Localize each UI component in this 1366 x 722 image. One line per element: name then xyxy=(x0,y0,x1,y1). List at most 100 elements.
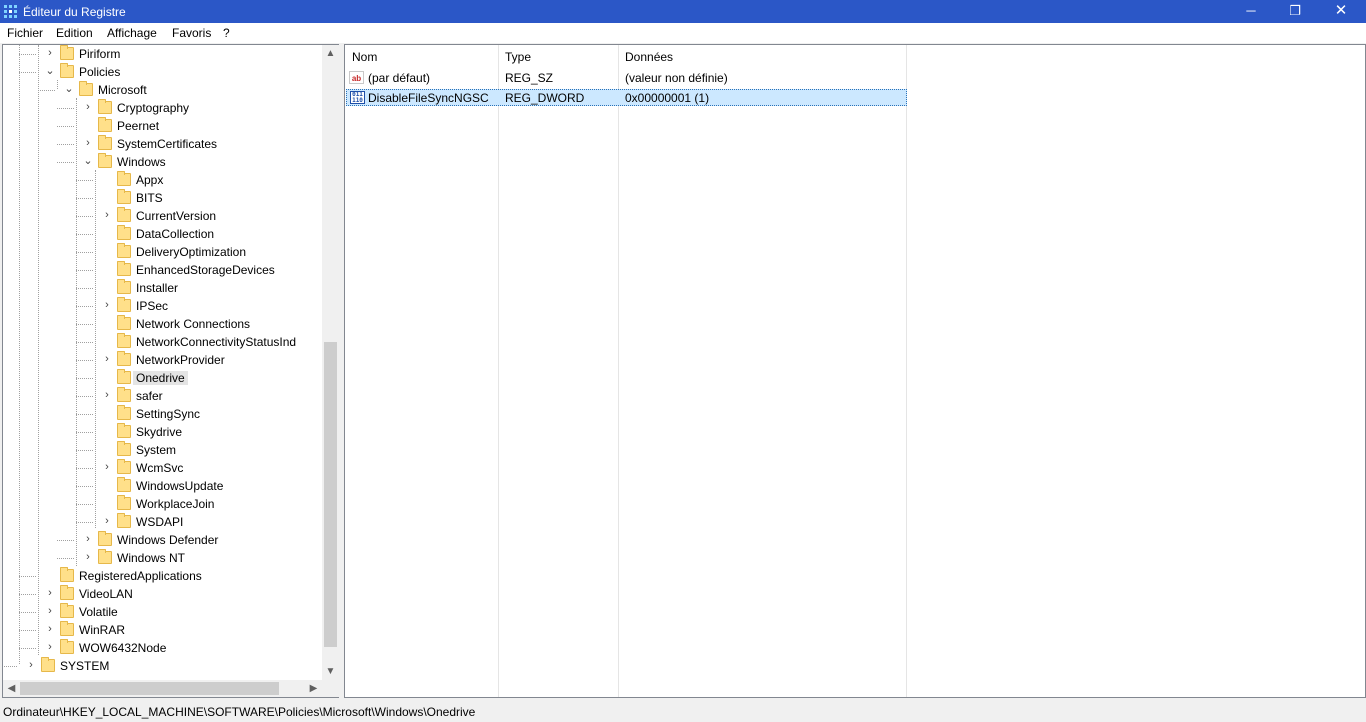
tree-node-windows-nt[interactable]: › Windows NT xyxy=(3,549,322,567)
folder-icon xyxy=(117,315,131,330)
tree-node-settingsync[interactable]: SettingSync xyxy=(3,405,322,423)
tree-connector-line xyxy=(38,90,55,91)
column-separator[interactable] xyxy=(906,45,907,697)
tree-node-skydrive[interactable]: Skydrive xyxy=(3,423,322,441)
tree-node-policies[interactable]: ⌄ Policies xyxy=(3,63,322,81)
column-header-name[interactable]: Nom xyxy=(352,50,377,64)
tree-node-cryptography[interactable]: › Cryptography xyxy=(3,99,322,117)
tree-node-label: WorkplaceJoin xyxy=(136,497,215,511)
expand-chevron-icon[interactable]: › xyxy=(102,353,112,366)
scroll-right-icon[interactable]: ▶ xyxy=(305,680,322,697)
tree-node-system[interactable]: System xyxy=(3,441,322,459)
tree-horizontal-scroll-thumb[interactable] xyxy=(20,682,279,695)
tree-node-label: Windows NT xyxy=(117,551,186,565)
tree-connector-line xyxy=(57,558,74,559)
expand-chevron-icon[interactable]: › xyxy=(83,551,93,564)
expand-chevron-icon[interactable]: › xyxy=(83,101,93,114)
tree-node-videolan[interactable]: › VideoLAN xyxy=(3,585,322,603)
tree-node-enhancedstoragedevices[interactable]: EnhancedStorageDevices xyxy=(3,261,322,279)
tree-node-windows[interactable]: ⌄ Windows xyxy=(3,153,322,171)
tree-vertical-scrollbar[interactable]: ▲ ▼ xyxy=(322,45,339,680)
tree-vertical-scroll-thumb[interactable] xyxy=(324,342,337,647)
expand-chevron-icon[interactable]: › xyxy=(45,587,55,600)
collapse-chevron-icon[interactable]: ⌄ xyxy=(64,83,74,96)
tree-node-bits[interactable]: BITS xyxy=(3,189,322,207)
menu-affichage[interactable]: Affichage xyxy=(107,26,157,40)
expand-chevron-icon[interactable]: › xyxy=(102,389,112,402)
tree-node-currentversion[interactable]: › CurrentVersion xyxy=(3,207,322,225)
expand-chevron-icon[interactable]: › xyxy=(102,515,112,528)
value-type: REG_SZ xyxy=(505,71,554,85)
tree-node-deliveryoptimization[interactable]: DeliveryOptimization xyxy=(3,243,322,261)
tree-node-peernet[interactable]: Peernet xyxy=(3,117,322,135)
folder-icon xyxy=(117,369,131,384)
tree-node-networkconnectivitystatusind[interactable]: NetworkConnectivityStatusInd xyxy=(3,333,322,351)
value-data: 0x00000001 (1) xyxy=(625,91,710,105)
expand-chevron-icon[interactable]: › xyxy=(45,605,55,618)
tree-node-wsdapi[interactable]: › WSDAPI xyxy=(3,513,322,531)
tree-node-workplacejoin[interactable]: WorkplaceJoin xyxy=(3,495,322,513)
collapse-chevron-icon[interactable]: ⌄ xyxy=(83,155,93,168)
tree-node-label: Windows xyxy=(117,155,166,169)
tree-node-windows-defender[interactable]: › Windows Defender xyxy=(3,531,322,549)
tree-node-windowsupdate[interactable]: WindowsUpdate xyxy=(3,477,322,495)
folder-icon xyxy=(98,549,112,564)
folder-icon xyxy=(79,81,93,96)
scroll-left-icon[interactable]: ◀ xyxy=(3,680,20,697)
tree-node-microsoft[interactable]: ⌄ Microsoft xyxy=(3,81,322,99)
expand-chevron-icon[interactable]: › xyxy=(45,623,55,636)
key-tree-pane: › Piriform ⌄ Policies ⌄ Microsoft › Cryptograph… xyxy=(2,44,339,698)
tree-connector-line xyxy=(19,648,36,649)
tree-node-system[interactable]: › SYSTEM xyxy=(3,657,322,675)
column-separator[interactable] xyxy=(498,45,499,697)
expand-chevron-icon[interactable]: › xyxy=(102,209,112,222)
tree-node-volatile[interactable]: › Volatile xyxy=(3,603,322,621)
column-header-type[interactable]: Type xyxy=(505,50,531,64)
maximize-button[interactable]: ❐ xyxy=(1272,0,1318,23)
collapse-chevron-icon[interactable]: ⌄ xyxy=(45,65,55,78)
menu-help[interactable]: ? xyxy=(223,26,230,40)
expand-chevron-icon[interactable]: › xyxy=(45,47,55,60)
tree-node-winrar[interactable]: › WinRAR xyxy=(3,621,322,639)
tree-node-onedrive[interactable]: Onedrive xyxy=(3,369,322,387)
tree-node-piriform[interactable]: › Piriform xyxy=(3,45,322,63)
folder-icon xyxy=(117,333,131,348)
registry-editor-icon xyxy=(4,5,17,18)
folder-icon xyxy=(60,639,74,654)
column-separator[interactable] xyxy=(618,45,619,697)
menu-favoris[interactable]: Favoris xyxy=(172,26,211,40)
tree-node-ipsec[interactable]: › IPSec xyxy=(3,297,322,315)
value-row[interactable]: ab (par défaut) REG_SZ (valeur non défin… xyxy=(346,70,907,87)
tree-node-network-connections[interactable]: Network Connections xyxy=(3,315,322,333)
tree-connector-line xyxy=(76,180,93,181)
scroll-down-icon[interactable]: ▼ xyxy=(322,663,339,680)
expand-chevron-icon[interactable]: › xyxy=(83,137,93,150)
expand-chevron-icon[interactable]: › xyxy=(102,299,112,312)
tree-connector-line xyxy=(19,594,36,595)
expand-chevron-icon[interactable]: › xyxy=(45,641,55,654)
tree-node-wow6432node[interactable]: › WOW6432Node xyxy=(3,639,322,657)
menu-fichier[interactable]: Fichier xyxy=(7,26,43,40)
tree-node-systemcertificates[interactable]: › SystemCertificates xyxy=(3,135,322,153)
tree-node-safer[interactable]: › safer xyxy=(3,387,322,405)
close-button[interactable]: ✕ xyxy=(1318,0,1364,23)
tree-node-label: WOW6432Node xyxy=(79,641,167,655)
expand-chevron-icon[interactable]: › xyxy=(83,533,93,546)
tree-horizontal-scrollbar[interactable]: ◀ ▶ xyxy=(3,680,322,697)
tree-node-networkprovider[interactable]: › NetworkProvider xyxy=(3,351,322,369)
minimize-button[interactable]: ─ xyxy=(1228,0,1274,23)
tree-node-installer[interactable]: Installer xyxy=(3,279,322,297)
value-row-selected[interactable]: 011 110 DisableFileSyncNGSC REG_DWORD 0x… xyxy=(346,89,907,106)
tree-node-label: DeliveryOptimization xyxy=(136,245,247,259)
tree-node-wcmsvc[interactable]: › WcmSvc xyxy=(3,459,322,477)
tree-node-datacollection[interactable]: DataCollection xyxy=(3,225,322,243)
scroll-up-icon[interactable]: ▲ xyxy=(322,45,339,62)
menu-edition[interactable]: Edition xyxy=(56,26,93,40)
tree-node-registeredapplications[interactable]: RegisteredApplications xyxy=(3,567,322,585)
tree-connector-line xyxy=(76,306,93,307)
folder-icon xyxy=(117,387,131,402)
expand-chevron-icon[interactable]: › xyxy=(102,461,112,474)
expand-chevron-icon[interactable]: › xyxy=(26,659,36,672)
column-header-data[interactable]: Données xyxy=(625,50,673,64)
tree-node-appx[interactable]: Appx xyxy=(3,171,322,189)
